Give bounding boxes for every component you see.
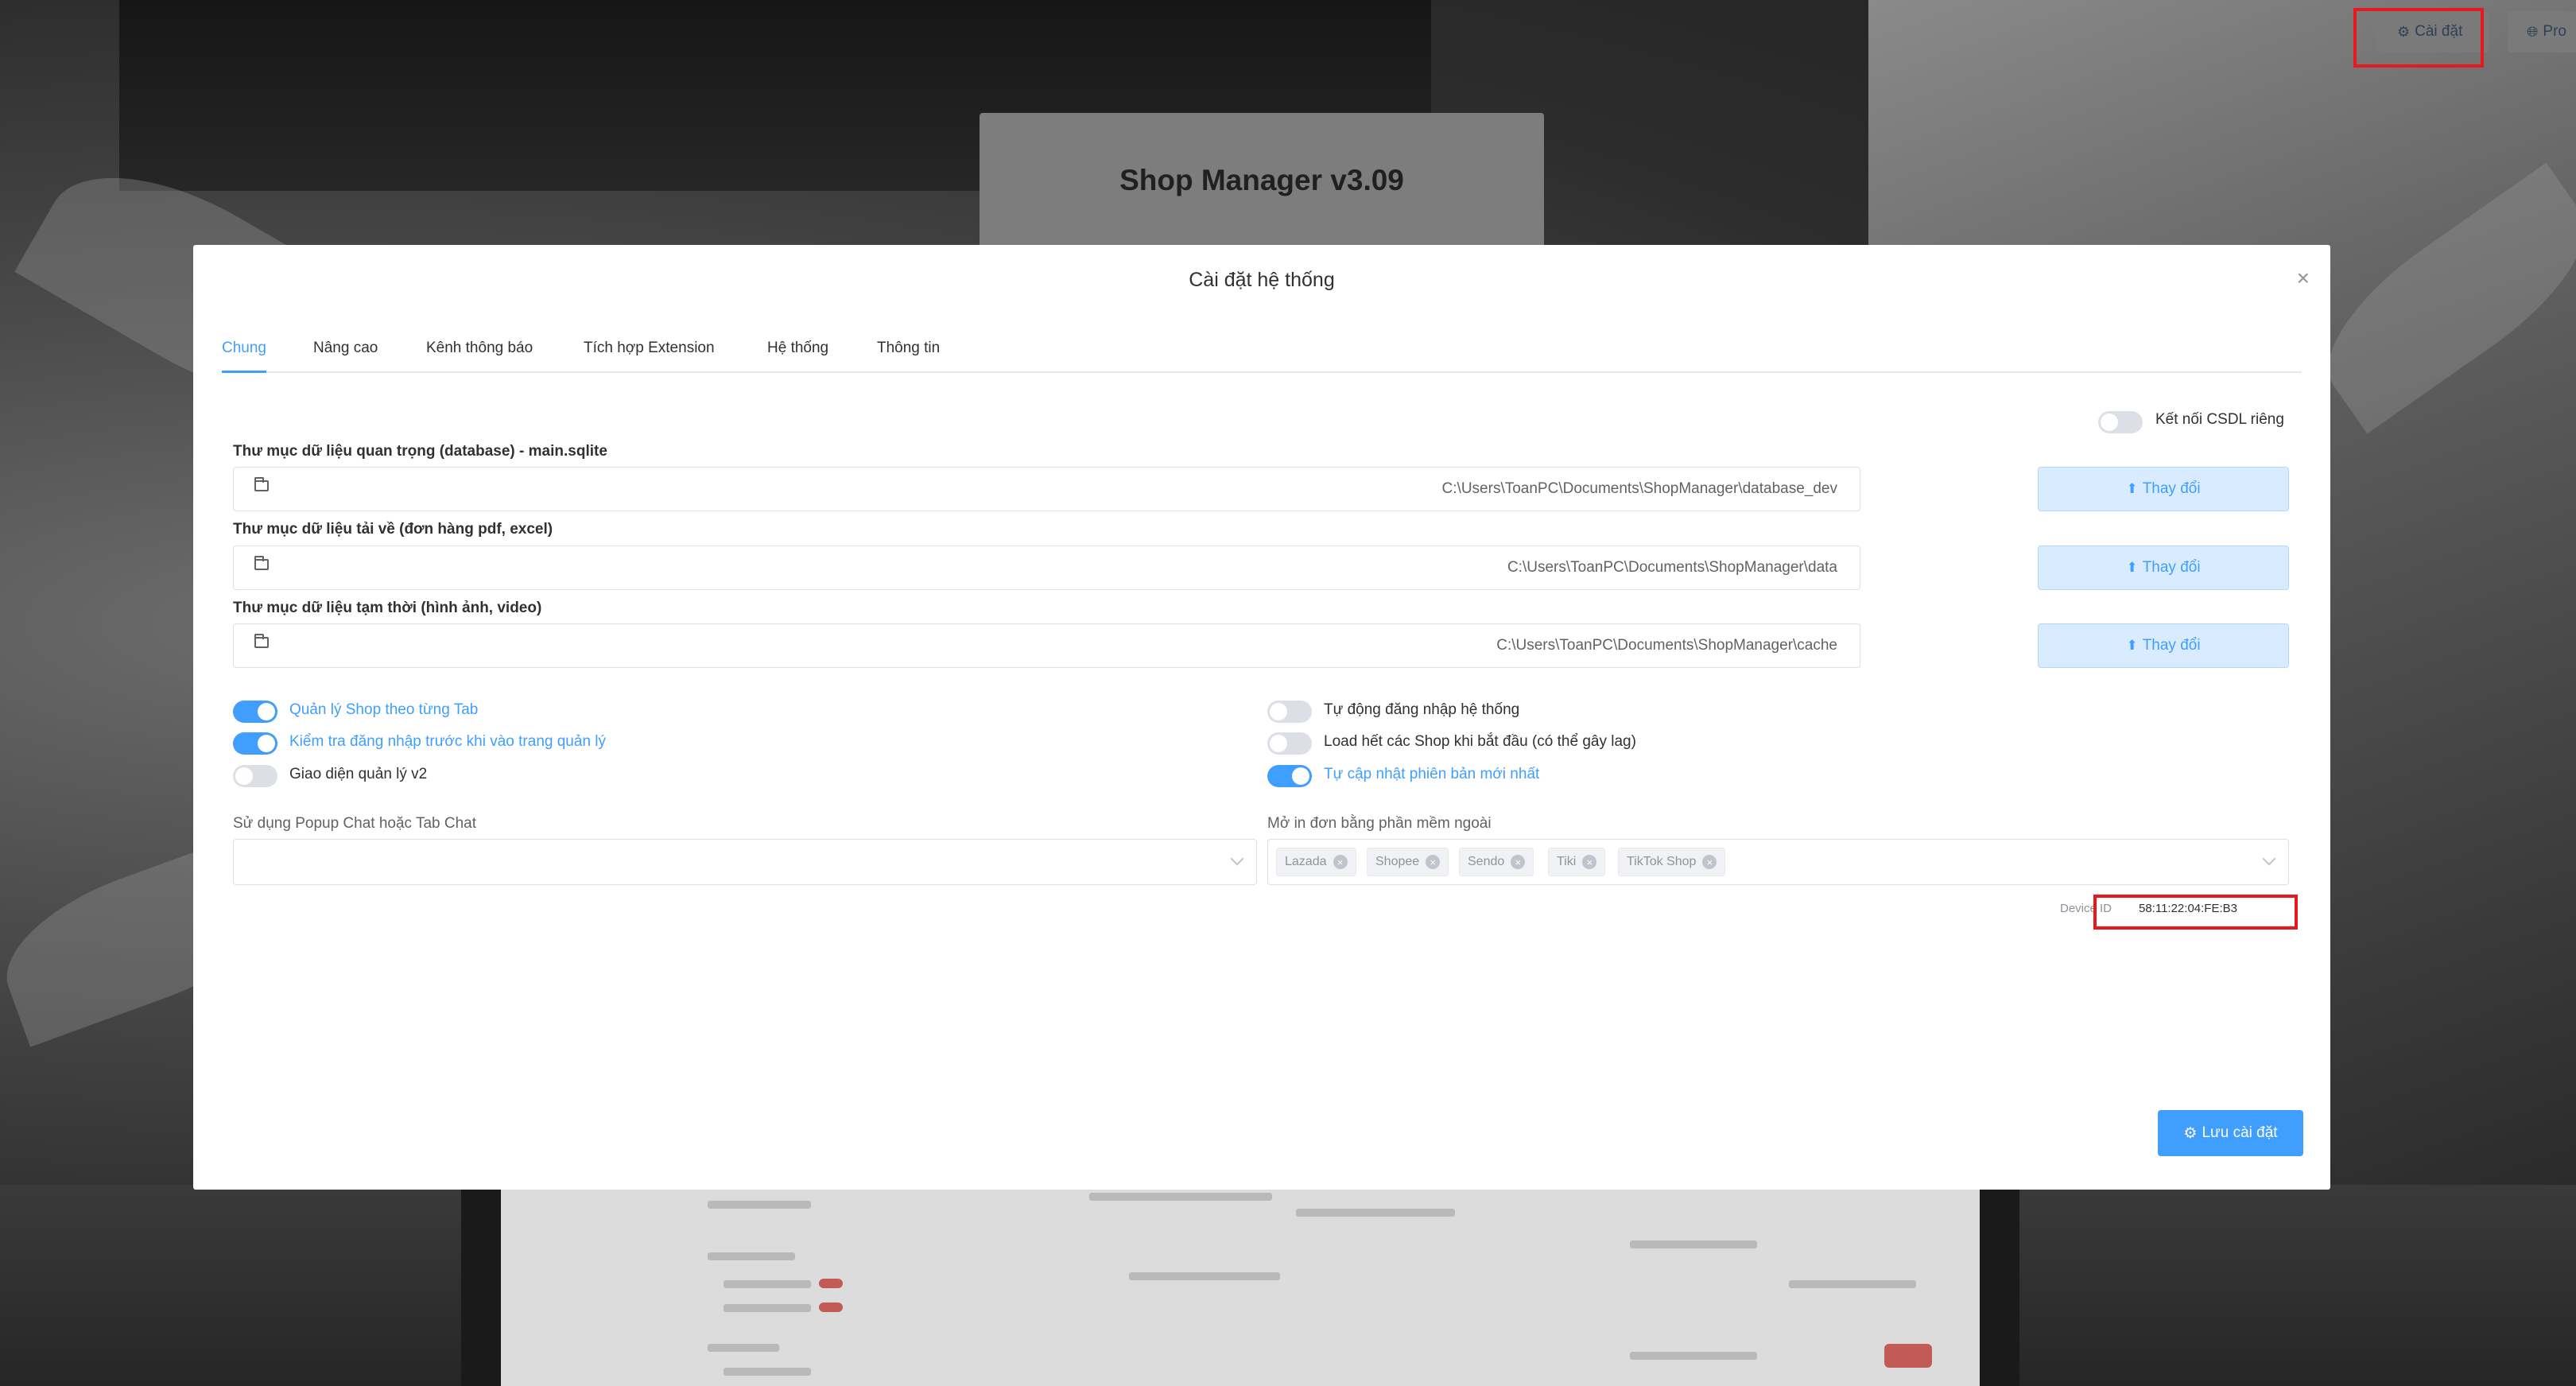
chat-mode-label: Sử dụng Popup Chat hoặc Tab Chat [233,815,477,832]
chip-label: Lazada [1285,855,1327,868]
app-title-card: Shop Manager v3.09 [980,113,1544,248]
settings-tabs: Chung Nâng cao Kênh thông báo Tích hợp E… [222,336,2302,373]
load-all-shops-label: Load hết các Shop khi bắt đầu (có thể gâ… [1324,733,1636,750]
download-folder-field[interactable]: C:\Users\ToanPC\Documents\ShopManager\da… [233,545,1860,590]
change-button-label: Thay đổi [2142,480,2201,497]
ui-v2-label: Giao diện quản lý v2 [289,766,428,782]
external-print-label: Mở in đơn bằng phần mềm ngoài [1267,815,1492,832]
folder-icon [254,477,269,491]
proxy-button-label: Pro [2543,23,2566,40]
chip-tiktok-shop: TikTok Shop × [1618,848,1726,876]
upload-icon: ⬆ [2126,638,2138,653]
save-settings-button[interactable]: ⚙ Lưu cài đặt [2158,1110,2303,1156]
temp-folder-field[interactable]: C:\Users\ToanPC\Documents\ShopManager\ca… [233,623,1860,668]
change-temp-folder-button[interactable]: ⬆ Thay đổi [2038,623,2289,668]
tab-advanced[interactable]: Nâng cao [313,336,378,371]
database-folder-path: C:\Users\ToanPC\Documents\ShopManager\da… [1441,480,1837,497]
change-button-label: Thay đổi [2142,559,2201,576]
tab-extension-integration[interactable]: Tích hợp Extension [584,336,715,371]
chip-sendo: Sendo × [1459,848,1534,876]
save-settings-label: Lưu cài đặt [2202,1124,2278,1141]
close-icon[interactable]: × [1333,855,1348,869]
shop-tab-toggle[interactable] [233,701,277,723]
close-icon[interactable]: × [1582,855,1597,869]
chip-label: Sendo [1468,855,1505,868]
highlight-box-device-id [2093,895,2298,930]
login-check-toggle[interactable] [233,732,277,755]
chip-shopee: Shopee × [1367,848,1449,876]
close-icon[interactable]: × [1702,855,1717,869]
temp-folder-label: Thư mục dữ liệu tạm thời (hình ảnh, vide… [233,600,542,616]
app-title: Shop Manager v3.09 [1119,164,1404,196]
tab-notification-channels[interactable]: Kênh thông báo [426,336,533,371]
change-download-folder-button[interactable]: ⬆ Thay đổi [2038,545,2289,590]
dialog-title: Cài đặt hệ thống [1189,269,1335,291]
download-folder-label: Thư mục dữ liệu tải về (đơn hàng pdf, ex… [233,521,553,538]
chevron-down-icon [2262,852,2276,866]
upload-icon: ⬆ [2126,481,2138,496]
close-icon[interactable]: × [2297,266,2310,291]
close-icon[interactable]: × [1511,855,1526,869]
chat-mode-select[interactable] [233,839,1257,885]
change-button-label: Thay đổi [2142,637,2201,654]
private-db-toggle[interactable] [2098,411,2143,433]
download-folder-path: C:\Users\ToanPC\Documents\ShopManager\da… [1507,559,1837,576]
chip-lazada: Lazada × [1276,848,1356,876]
folder-icon [254,634,269,648]
ui-v2-toggle[interactable] [233,765,277,787]
load-all-shops-toggle[interactable] [1267,732,1312,755]
globe-icon: 🌐︎ [2527,23,2539,40]
chip-label: Shopee [1375,855,1420,868]
private-db-label: Kết nối CSDL riêng [2155,411,2284,428]
tab-system[interactable]: Hệ thống [767,336,828,371]
auto-update-label: Tự cập nhật phiên bản mới nhất [1324,766,1540,782]
proxy-button[interactable]: 🌐︎ Pro [2508,11,2576,52]
auto-login-toggle[interactable] [1267,701,1312,723]
auto-update-toggle[interactable] [1267,765,1312,787]
background-laptop [461,1177,2019,1386]
chip-label: Tiki [1557,855,1577,868]
chip-tiki: Tiki × [1548,848,1606,876]
chevron-down-icon [1230,852,1244,866]
highlight-box-settings [2353,8,2484,68]
database-folder-label: Thư mục dữ liệu quan trọng (database) - … [233,443,607,460]
shop-tab-label: Quản lý Shop theo từng Tab [289,701,479,718]
auto-login-label: Tự động đăng nhập hệ thống [1324,701,1520,718]
close-icon[interactable]: × [1426,855,1441,869]
external-print-select[interactable]: Lazada × Shopee × Sendo × Tiki × TikTok … [1267,839,2289,885]
login-check-label: Kiểm tra đăng nhập trước khi vào trang q… [289,733,607,750]
tab-general[interactable]: Chung [222,336,266,373]
change-database-folder-button[interactable]: ⬆ Thay đổi [2038,467,2289,511]
folder-icon [254,556,269,570]
tab-info[interactable]: Thông tin [877,336,940,371]
database-folder-field[interactable]: C:\Users\ToanPC\Documents\ShopManager\da… [233,467,1860,511]
chip-label: TikTok Shop [1627,855,1697,868]
gear-icon: ⚙ [2183,1124,2198,1142]
settings-dialog: Cài đặt hệ thống × Chung Nâng cao Kênh t… [193,245,2330,1190]
temp-folder-path: C:\Users\ToanPC\Documents\ShopManager\ca… [1496,637,1837,654]
upload-icon: ⬆ [2126,560,2138,575]
